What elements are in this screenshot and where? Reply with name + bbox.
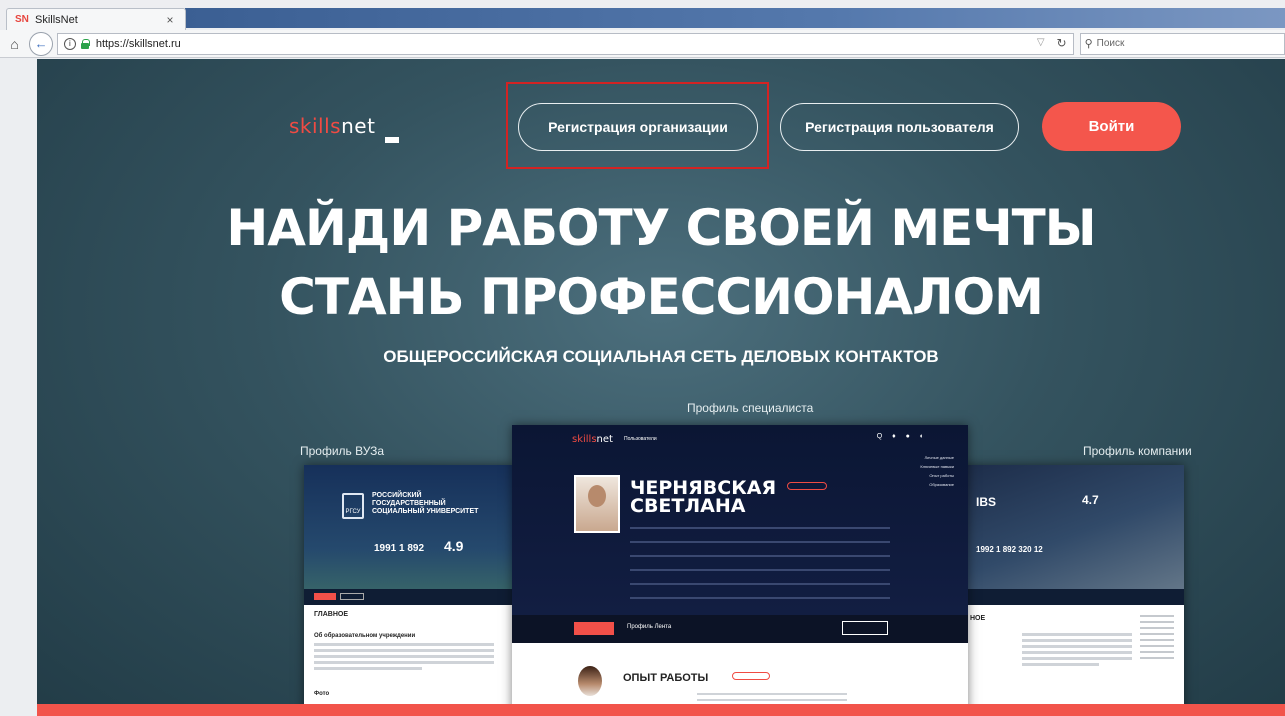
address-bar[interactable]: i https://skillsnet.ru ▽ ↻ bbox=[56, 32, 1074, 55]
preview-vuz-profile: РГСУ РОССИЙСКИЙ ГОСУДАРСТВЕННЫЙ СОЦИАЛЬН… bbox=[304, 465, 514, 716]
dropdown-icon[interactable]: ▽ bbox=[1037, 37, 1045, 48]
preview-specialist-tabs: Профиль Лента bbox=[627, 624, 672, 630]
search-placeholder: Поиск bbox=[1096, 38, 1125, 49]
browser-tab[interactable]: SN SkillsNet × bbox=[6, 8, 186, 30]
preview-specialist-btn bbox=[574, 622, 614, 635]
home-icon[interactable]: ⌂ bbox=[0, 36, 29, 52]
preview-company-bar bbox=[962, 589, 1184, 605]
preview-company-profile: IBS 4.7 1992 1 892 320 12 НОЕ bbox=[962, 465, 1184, 716]
search-input[interactable]: ⚲ Поиск bbox=[1079, 32, 1285, 55]
search-icon: ⚲ bbox=[1084, 38, 1093, 50]
browser-navbar: ⌂ ← i https://skillsnet.ru ▽ ↻ ⚲ Поиск bbox=[0, 30, 1285, 58]
url-text[interactable]: https://skillsnet.ru bbox=[96, 38, 181, 50]
logo-badge bbox=[385, 137, 399, 143]
info-icon[interactable]: i bbox=[63, 37, 76, 50]
bottom-accent-strip bbox=[37, 704, 1285, 716]
preview-vuz-header bbox=[304, 465, 514, 605]
preview-logo: skillsnet bbox=[572, 434, 613, 445]
preview-specialist-profile: skillsnet Пользователи Q ♦ ● ◐ ЧЕРНЯВСКА… bbox=[512, 425, 968, 716]
company-rating: 4.7 bbox=[1082, 493, 1099, 507]
preview-vuz-subsection: Об образовательном учреждении bbox=[314, 633, 416, 639]
university-logo: РГСУ bbox=[342, 493, 364, 519]
specialist-avatar bbox=[578, 666, 602, 696]
tab-title: SkillsNet bbox=[35, 13, 78, 26]
preview-experience-tag bbox=[732, 672, 770, 680]
specialist-name: ЧЕРНЯВСКАЯ СВЕТЛАНА bbox=[630, 477, 777, 517]
landing-page: skillsnet Регистрация организации Регист… bbox=[37, 59, 1285, 716]
favicon-icon: SN bbox=[15, 13, 29, 25]
specialist-status-tag bbox=[787, 482, 827, 490]
company-stats: 1992 1 892 320 12 bbox=[976, 545, 1043, 554]
preview-vuz-text-lines bbox=[314, 643, 494, 673]
caption-company: Профиль компании bbox=[1083, 444, 1192, 458]
university-stats: 1991 1 892 bbox=[374, 543, 425, 554]
back-button[interactable]: ← bbox=[29, 31, 53, 56]
site-logo[interactable]: skillsnet bbox=[289, 114, 375, 138]
preview-specialist-btn-outline bbox=[842, 621, 888, 635]
preview-nav: Пользователи bbox=[624, 436, 657, 442]
preview-company-text-lines bbox=[1022, 633, 1132, 669]
highlight-box bbox=[506, 82, 769, 169]
preview-company-header bbox=[962, 465, 1184, 605]
specialist-side-menu: Личные данные Ключевые навыки Опыт работ… bbox=[920, 455, 954, 487]
preview-vuz-section-title: ГЛАВНОЕ bbox=[314, 611, 348, 618]
hero-subtitle: ОБЩЕРОССИЙСКАЯ СОЦИАЛЬНАЯ СЕТЬ ДЕЛОВЫХ К… bbox=[383, 347, 939, 366]
close-icon[interactable]: × bbox=[163, 13, 177, 27]
login-button[interactable]: Войти bbox=[1042, 102, 1181, 151]
hero-title-line2: СТАНЬ ПРОФЕССИОНАЛОМ bbox=[279, 268, 1044, 326]
browser-tabbar: SN SkillsNet × bbox=[0, 0, 1285, 30]
preview-company-menu bbox=[1140, 615, 1174, 663]
lock-icon bbox=[80, 38, 90, 49]
preview-vuz-photo-title: Фото bbox=[314, 691, 330, 697]
company-logo: IBS bbox=[976, 495, 997, 509]
preview-icons: Q ♦ ● ◐ bbox=[876, 433, 928, 440]
university-rating: 4.9 bbox=[444, 538, 464, 554]
photo-face bbox=[588, 485, 606, 507]
specialist-photo bbox=[574, 475, 620, 533]
preview-experience-title: ОПЫТ РАБОТЫ bbox=[623, 672, 709, 684]
specialist-info-rows bbox=[630, 527, 890, 611]
caption-specialist: Профиль специалиста bbox=[687, 401, 814, 415]
preview-vuz-btn-outline bbox=[340, 593, 364, 600]
reload-icon[interactable]: ↻ bbox=[1057, 36, 1067, 50]
preview-vuz-btn bbox=[314, 593, 336, 600]
window-titlebar bbox=[185, 8, 1285, 28]
preview-company-section-title: НОЕ bbox=[970, 615, 986, 622]
university-name: РОССИЙСКИЙ ГОСУДАРСТВЕННЫЙ СОЦИАЛЬНЫЙ УН… bbox=[372, 492, 479, 515]
caption-vuz: Профиль ВУЗа bbox=[300, 444, 385, 458]
register-user-button[interactable]: Регистрация пользователя bbox=[780, 103, 1019, 151]
hero-title-line1: НАЙДИ РАБОТУ СВОЕЙ МЕЧТЫ bbox=[226, 199, 1096, 257]
